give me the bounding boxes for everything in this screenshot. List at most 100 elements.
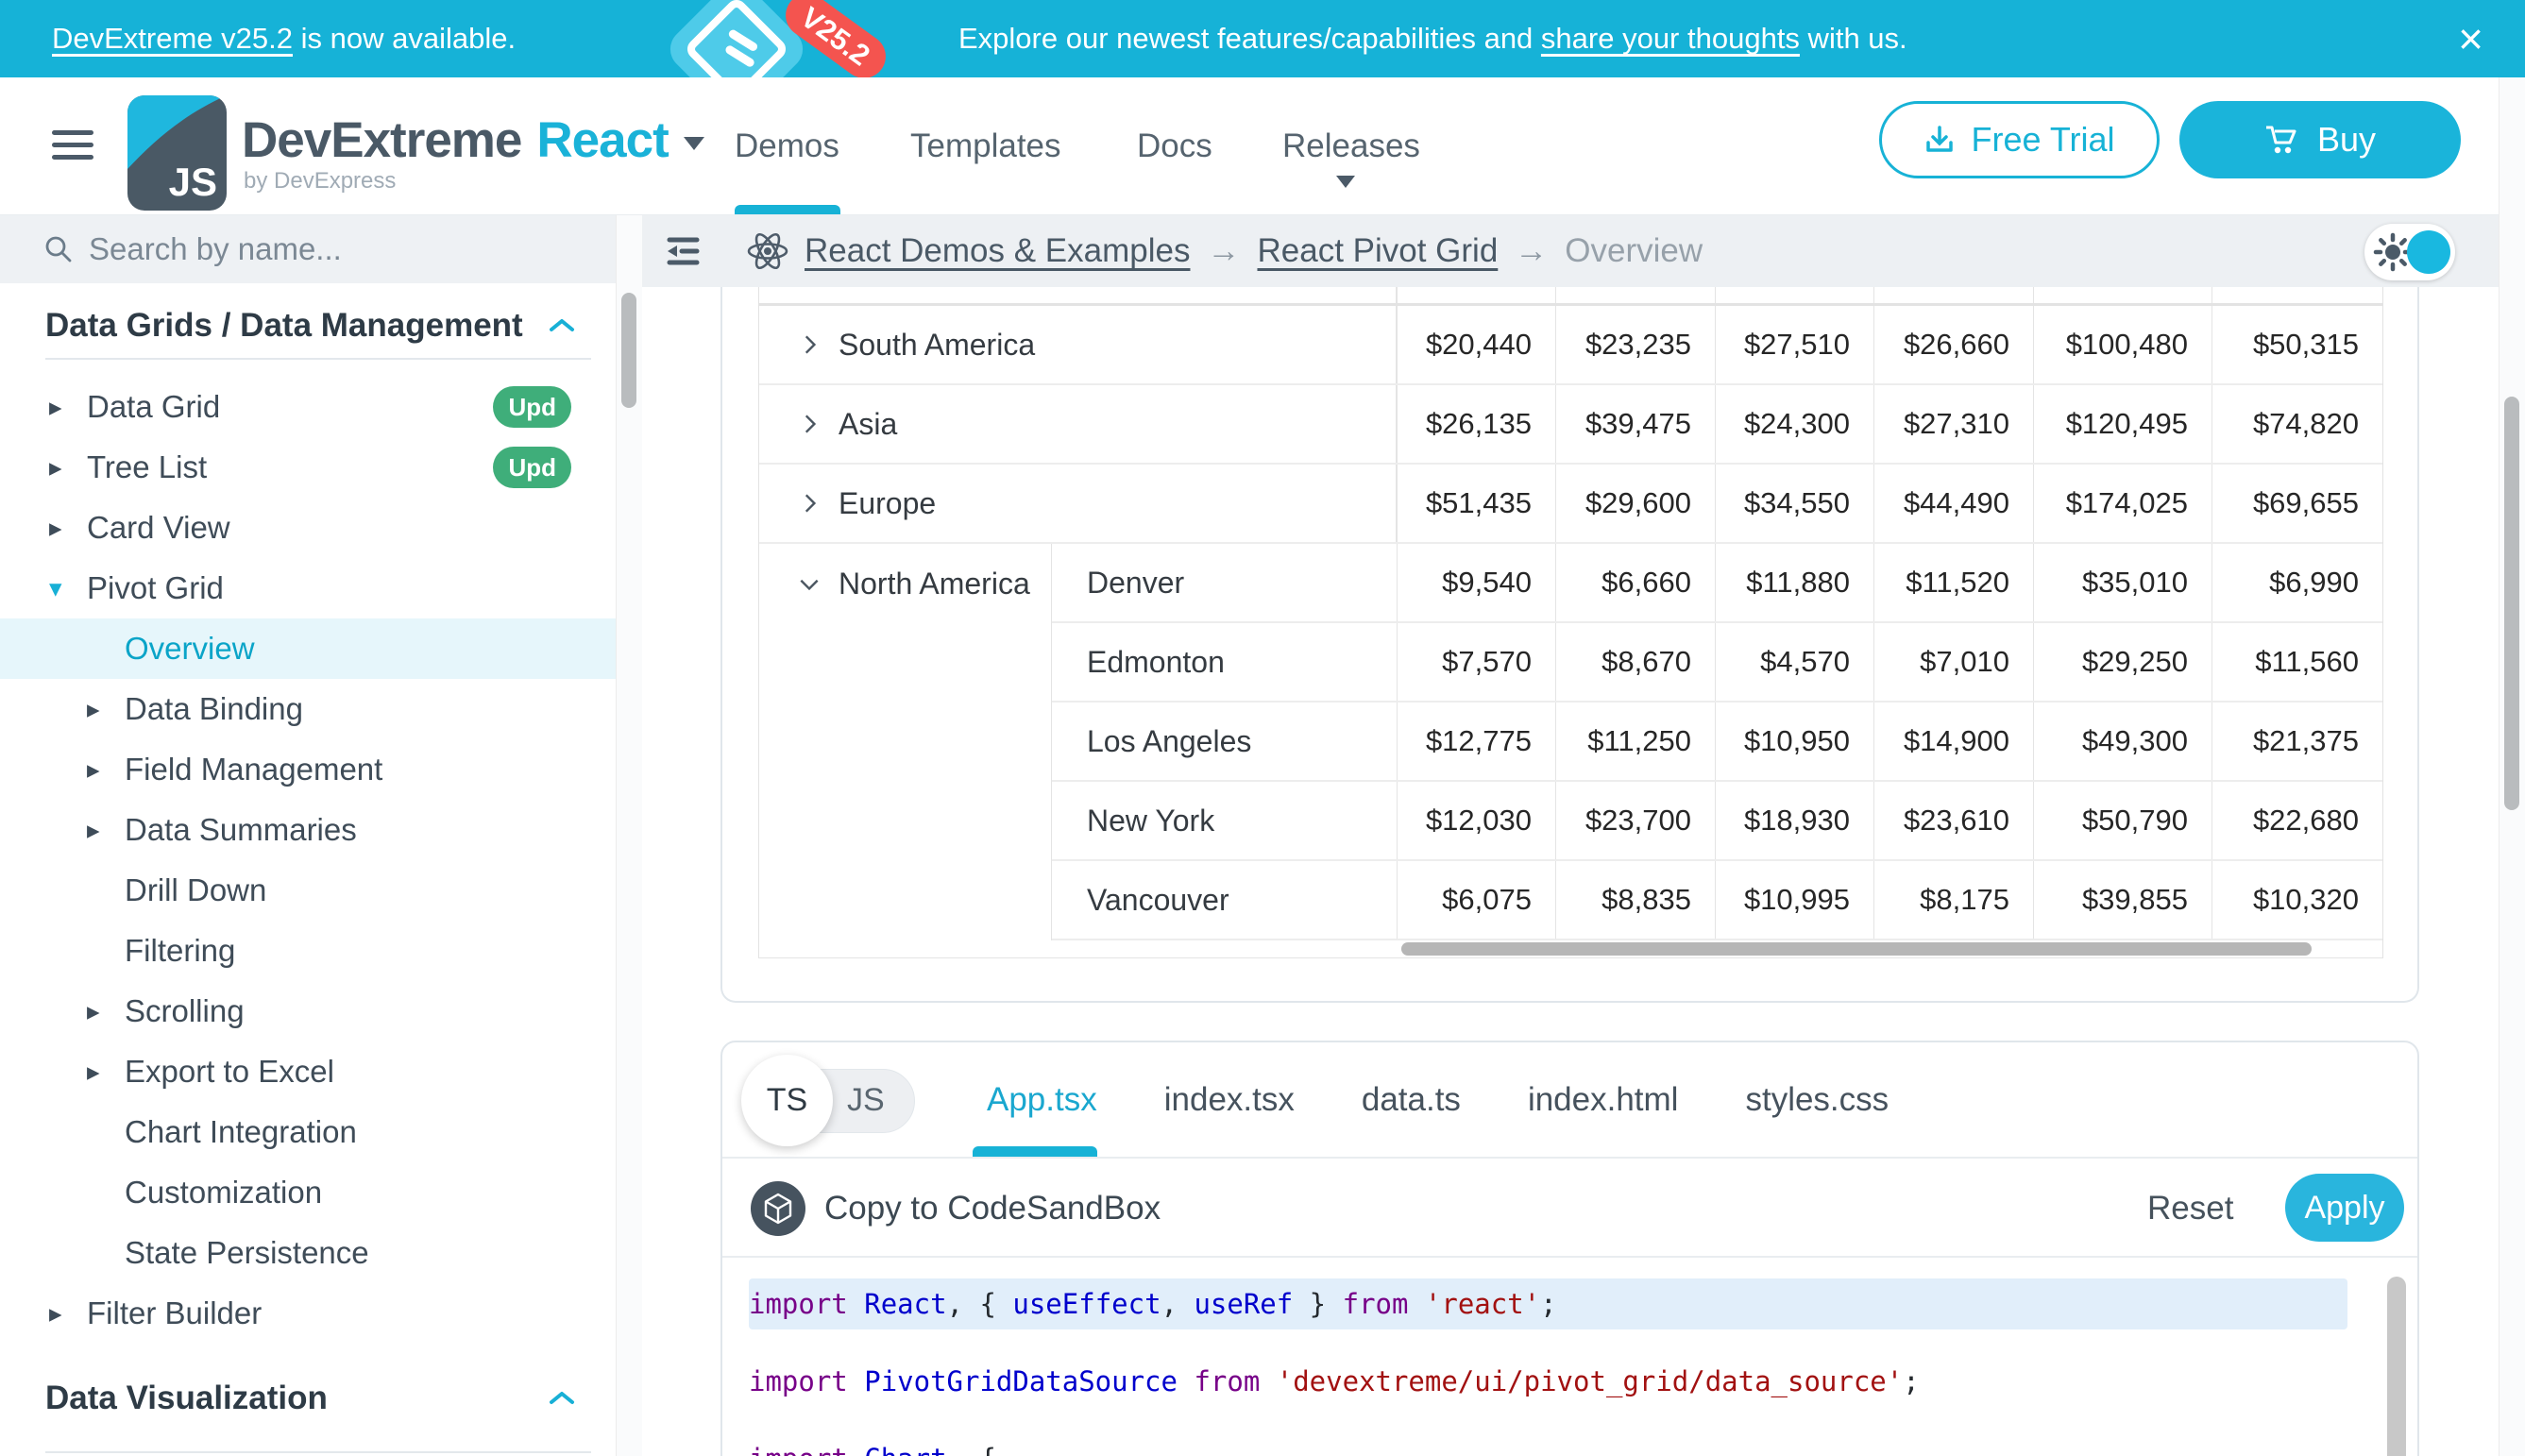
section-data-grids[interactable]: Data Grids / Data Management	[0, 296, 616, 356]
pivot-value-cell: $18,930	[1715, 782, 1873, 859]
sidebar-item-filter-builder[interactable]: ▸Filter Builder	[0, 1283, 616, 1344]
page-body: Data Grids / Data Management ▸Data GridU…	[0, 215, 2525, 1456]
pivot-value-cell: $22,680	[2211, 782, 2382, 859]
language-ts-option[interactable]: TS	[741, 1055, 833, 1146]
language-js-option[interactable]: JS	[847, 1055, 885, 1146]
breadcrumb-current: Overview	[1565, 232, 1703, 270]
page-scrollbar-thumb[interactable]	[2504, 397, 2519, 810]
buy-button[interactable]: Buy	[2179, 101, 2461, 178]
sidebar-item-tree-list[interactable]: ▸Tree ListUpd	[0, 437, 616, 498]
collapse-sidebar-icon[interactable]	[661, 232, 704, 275]
sidebar-item-export-to-excel[interactable]: ▸Export to Excel	[0, 1041, 616, 1102]
pivot-city-label[interactable]: Edmonton	[1052, 623, 1397, 701]
hamburger-menu-icon[interactable]	[52, 130, 93, 162]
sidebar-item-label: Export to Excel	[125, 1054, 334, 1090]
tab-data-ts[interactable]: data.ts	[1362, 1081, 1461, 1119]
nav-templates[interactable]: Templates	[910, 77, 1061, 214]
section-data-visualization[interactable]: Data Visualization	[0, 1368, 616, 1429]
pivot-value-cell: $11,520	[1873, 544, 2033, 621]
apply-button[interactable]: Apply	[2285, 1174, 2404, 1242]
pivot-value-cell: $50,315	[2211, 306, 2382, 383]
sidebar-item-label: Drill Down	[125, 872, 266, 908]
pivot-clipped-cell	[1873, 287, 2033, 303]
free-trial-button[interactable]: Free Trial	[1879, 101, 2160, 178]
share-thoughts-link[interactable]: share your thoughts	[1541, 22, 1800, 55]
sidebar-item-label: Filtering	[125, 933, 235, 969]
devextreme-js-logo[interactable]: JS	[127, 95, 227, 211]
sidebar-item-data-binding[interactable]: ▸Data Binding	[0, 679, 616, 739]
tab-styles-css[interactable]: styles.css	[1745, 1081, 1889, 1119]
active-tab-indicator	[973, 1146, 1097, 1157]
sidebar-item-overview[interactable]: Overview	[0, 618, 616, 679]
sidebar-item-filtering[interactable]: Filtering	[0, 921, 616, 981]
pivot-city-label[interactable]: Denver	[1052, 544, 1397, 621]
brand-wordmark[interactable]: DevExtremeReact	[242, 111, 704, 169]
chevron-right-icon: ▸	[49, 393, 76, 422]
pivot-value-cell: $34,550	[1715, 465, 1873, 542]
close-icon[interactable]: ×	[2458, 17, 2483, 60]
pivot-city-label[interactable]: Los Angeles	[1052, 703, 1397, 780]
theme-toggle-knob[interactable]	[2407, 230, 2450, 274]
pivot-horizontal-scrollbar	[1397, 940, 2382, 957]
app-header: JS DevExtremeReact by DevExpress Demos T…	[0, 77, 2499, 215]
version-link[interactable]: DevExtreme v25.2	[52, 22, 293, 55]
framework-selector[interactable]: React	[536, 112, 668, 168]
code-token: useEffect	[1012, 1288, 1161, 1320]
theme-toggle[interactable]	[2364, 224, 2455, 280]
pivot-scrollbar-thumb[interactable]	[1401, 942, 2312, 956]
reset-button[interactable]: Reset	[2147, 1159, 2233, 1258]
code-editor[interactable]: import React, { useEffect, useRef } from…	[722, 1258, 2417, 1456]
sidebar-item-chart-integration[interactable]: Chart Integration	[0, 1102, 616, 1162]
demo-sidebar: Data Grids / Data Management ▸Data GridU…	[0, 215, 616, 1456]
sidebar-item-label: Data Grid	[87, 389, 220, 425]
pivot-city-label[interactable]: Vancouver	[1052, 861, 1397, 939]
search-input[interactable]	[89, 215, 580, 283]
pivot-value-cell: $74,820	[2211, 385, 2382, 463]
pivot-row-expander-north-america[interactable]: North America	[759, 544, 1051, 623]
language-toggle[interactable]: TS JS	[741, 1055, 921, 1146]
pivot-row-expander-europe[interactable]: Europe	[759, 465, 1397, 542]
tab-app-tsx[interactable]: App.tsx	[987, 1081, 1097, 1119]
nav-demos[interactable]: Demos	[735, 77, 839, 214]
sidebar-item-customization[interactable]: Customization	[0, 1162, 616, 1223]
sidebar-item-state-persistence[interactable]: State Persistence	[0, 1223, 616, 1283]
pivot-value-cell: $23,610	[1873, 782, 2033, 859]
pivot-row-label: South America	[839, 328, 1035, 363]
breadcrumb-pivot-grid-link[interactable]: React Pivot Grid	[1257, 232, 1498, 270]
sidebar-item-data-summaries[interactable]: ▸Data Summaries	[0, 800, 616, 860]
chevron-up-icon	[548, 316, 576, 335]
chevron-right-icon: ▸	[87, 695, 113, 724]
nav-docs[interactable]: Docs	[1137, 77, 1212, 214]
pivot-value-cell: $6,075	[1397, 861, 1555, 939]
tab-index-tsx[interactable]: index.tsx	[1164, 1081, 1295, 1119]
code-token	[1408, 1288, 1424, 1320]
sidebar-item-scrolling[interactable]: ▸Scrolling	[0, 981, 616, 1041]
sidebar-item-data-grid[interactable]: ▸Data GridUpd	[0, 377, 616, 437]
react-icon[interactable]	[744, 229, 791, 279]
sidebar-item-drill-down[interactable]: Drill Down	[0, 860, 616, 921]
pivot-city-label[interactable]: New York	[1052, 782, 1397, 859]
sidebar-item-label: Card View	[87, 510, 230, 546]
sidebar-item-field-management[interactable]: ▸Field Management	[0, 739, 616, 800]
chevron-right-icon: ▸	[49, 514, 76, 543]
sidebar-item-pivot-grid[interactable]: ▾Pivot Grid	[0, 558, 616, 618]
pivot-row-expander-asia[interactable]: Asia	[759, 385, 1397, 463]
banner-version-text: DevExtreme v25.2 is now available.	[52, 22, 516, 56]
pivot-value-cell: $39,475	[1555, 385, 1715, 463]
code-scrollbar-thumb[interactable]	[2387, 1277, 2406, 1456]
copy-to-codesandbox-button[interactable]: Copy to CodeSandBox	[751, 1159, 1161, 1258]
pivot-value-cell: $12,775	[1397, 703, 1555, 780]
breadcrumb-demos-link[interactable]: React Demos & Examples	[805, 232, 1190, 270]
pivot-value-cell: $4,570	[1715, 623, 1873, 701]
nav-releases[interactable]: Releases	[1282, 77, 1420, 214]
sidebar-item-card-view[interactable]: ▸ Card View	[0, 498, 616, 558]
pivot-row-expander-south-america[interactable]: South America	[759, 306, 1397, 383]
tab-index-html[interactable]: index.html	[1528, 1081, 1679, 1119]
pivot-group-north-america: North AmericaDenver$9,540$6,660$11,880$1…	[759, 544, 2382, 940]
pivot-value-cell: $10,950	[1715, 703, 1873, 780]
sidebar-scrollbar-thumb[interactable]	[621, 293, 636, 408]
pivot-value-cell: $6,660	[1555, 544, 1715, 621]
sidebar-item-label: Chart Integration	[125, 1114, 357, 1150]
code-token: ;	[1540, 1288, 1556, 1320]
pivot-value-cell: $7,010	[1873, 623, 2033, 701]
